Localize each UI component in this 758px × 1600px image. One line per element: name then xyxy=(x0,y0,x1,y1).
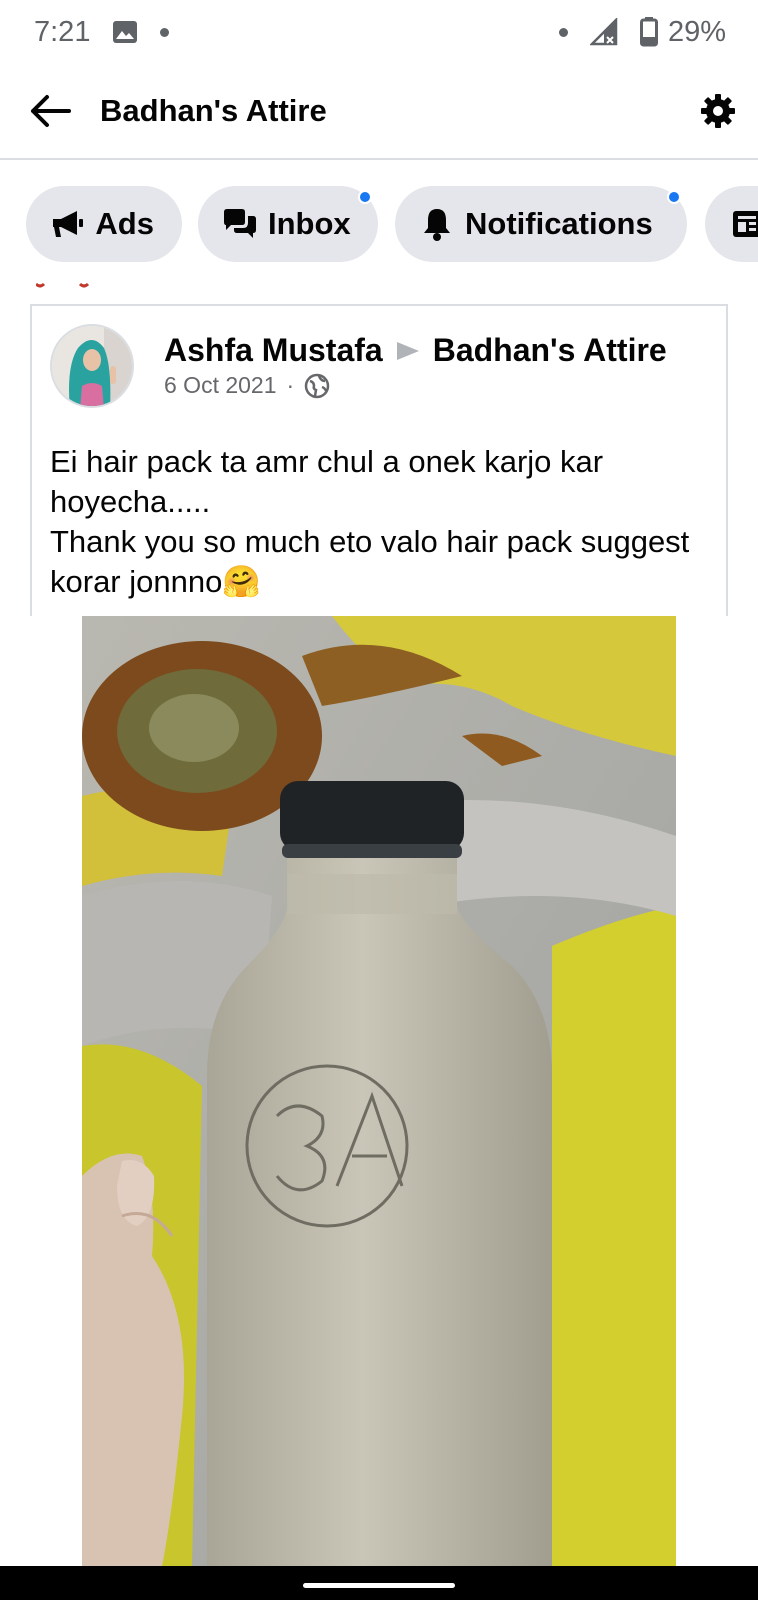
bell-icon xyxy=(419,206,455,242)
arrow-left-icon xyxy=(31,95,71,127)
bottle-photo xyxy=(82,616,676,1566)
profile-photo xyxy=(52,326,132,406)
page-header: Badhan's Attire xyxy=(0,64,758,160)
post-date[interactable]: 6 Oct 2021 xyxy=(164,372,277,399)
back-button[interactable] xyxy=(0,63,100,159)
unread-dot-notifications xyxy=(667,190,681,204)
megaphone-icon xyxy=(50,206,85,242)
previous-content-edge xyxy=(36,282,90,288)
gear-icon xyxy=(701,94,735,128)
dot-icon xyxy=(558,27,568,37)
post-meta: 6 Oct 2021 · xyxy=(164,372,330,399)
post-photo[interactable] xyxy=(82,616,676,1566)
target-page-name[interactable]: Badhan's Attire xyxy=(433,332,667,369)
battery-icon xyxy=(639,17,658,47)
post-text-line: Thank you so much eto valo hair pack sug… xyxy=(50,524,690,599)
chip-label: Notifications xyxy=(465,206,653,241)
signal-icon xyxy=(589,18,618,46)
settings-button[interactable] xyxy=(678,63,758,159)
chip-ads[interactable]: Ads xyxy=(26,186,182,262)
battery-percentage: 29% xyxy=(667,15,726,48)
chip-label: Inbox xyxy=(268,206,351,241)
globe-icon xyxy=(304,373,330,398)
chat-bubbles-icon xyxy=(222,206,258,242)
status-time: 7:21 xyxy=(34,15,91,48)
chip-more[interactable] xyxy=(705,186,758,262)
post-card: Ashfa Mustafa Badhan's Attire 6 Oct 2021… xyxy=(30,304,728,616)
pages-feed-icon xyxy=(729,206,758,242)
author-line: Ashfa Mustafa Badhan's Attire xyxy=(164,332,667,369)
unread-dot-inbox xyxy=(358,190,372,204)
post-text-line: Ei hair pack ta amr chul a onek karjo ka… xyxy=(50,444,604,519)
chip-label: Ads xyxy=(95,206,154,241)
avatar[interactable] xyxy=(50,324,134,408)
gallery-icon xyxy=(113,21,138,43)
status-bar: 7:21 29% xyxy=(0,0,758,64)
chip-inbox[interactable]: Inbox xyxy=(198,186,378,262)
chip-notifications[interactable]: Notifications xyxy=(395,186,687,262)
meta-separator: · xyxy=(286,372,295,398)
home-indicator[interactable] xyxy=(303,1583,455,1588)
status-right: 29% xyxy=(558,15,726,49)
post-text: Ei hair pack ta amr chul a onek karjo ka… xyxy=(50,442,710,602)
chip-bar: Ads Inbox Notifications xyxy=(0,186,758,262)
play-arrow-icon xyxy=(396,341,419,360)
dot-icon xyxy=(160,27,170,37)
page-title: Badhan's Attire xyxy=(100,93,327,128)
author-name[interactable]: Ashfa Mustafa xyxy=(164,332,383,369)
status-left: 7:21 xyxy=(34,15,170,49)
